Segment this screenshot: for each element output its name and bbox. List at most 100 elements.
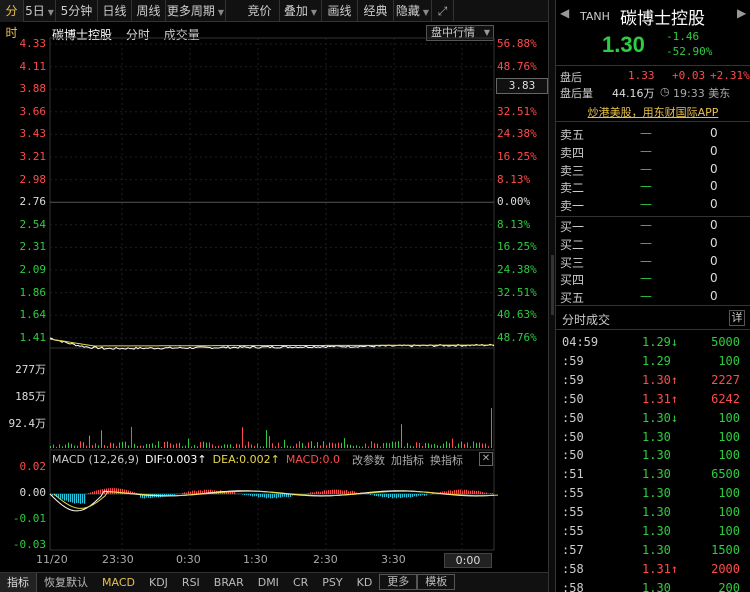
switch-indicator-button[interactable]: 换指标 <box>430 452 463 468</box>
expand-icon[interactable]: ⤢ <box>432 0 454 22</box>
volume-bar <box>221 445 222 448</box>
chart-canvas[interactable] <box>0 22 548 570</box>
tick-row[interactable]: :50 1.31↑ 6242 <box>556 390 750 409</box>
tab-label: 5分钟 <box>60 4 93 18</box>
tick-time: :58 <box>562 561 584 576</box>
tab-period-0[interactable]: 分时 <box>0 0 24 40</box>
volume-bar <box>359 446 360 448</box>
macd-histogram-bar <box>92 491 94 494</box>
tab-period-7[interactable]: 叠加 ▼ <box>280 0 322 22</box>
macd-histogram-bar <box>280 494 282 498</box>
indicator-tab-kdj[interactable]: KDJ <box>142 573 175 592</box>
macd-histogram-bar <box>426 494 428 496</box>
tick-row[interactable]: :57 1.30 1500 <box>556 541 750 560</box>
indicator-tab-模板[interactable]: 模板 <box>417 574 456 590</box>
next-stock-icon[interactable]: ▶ <box>737 6 746 20</box>
level-volume: 0 <box>710 271 718 286</box>
macd-histogram-bar <box>410 494 412 498</box>
tab-period-8[interactable]: 画线 <box>322 0 358 22</box>
indicator-tab-dmi[interactable]: DMI <box>251 573 286 592</box>
tick-row[interactable]: :55 1.30 100 <box>556 522 750 541</box>
tab-period-1[interactable]: 5日 ▼ <box>24 0 56 22</box>
tick-volume: 100 <box>718 410 740 425</box>
tick-price-value: 1.30 <box>642 524 671 538</box>
indicator-tab-psy[interactable]: PSY <box>315 573 349 592</box>
tab-period-6[interactable]: 竞价 <box>240 0 280 22</box>
splitter-grip[interactable] <box>551 255 554 315</box>
tick-price-value: 1.31 <box>642 391 671 406</box>
macd-histogram-bar <box>244 494 246 496</box>
volume-bar <box>224 444 225 448</box>
volume-pane-frame <box>49 347 495 451</box>
ticks-detail-button[interactable]: 详 <box>729 310 745 326</box>
close-icon[interactable]: ✕ <box>479 452 493 466</box>
indicator-tab-指标[interactable]: 指标 <box>0 573 37 592</box>
current-price-marker: 3.83 <box>496 78 548 94</box>
tick-row[interactable]: :50 1.30 100 <box>556 428 750 447</box>
tick-row[interactable]: :50 1.30↓ 100 <box>556 409 750 428</box>
edit-params-button[interactable]: 改参数 <box>352 452 385 468</box>
volume-bar <box>410 445 411 448</box>
price-tick-label: 1.41 <box>19 330 47 344</box>
tab-period-2[interactable]: 5分钟 <box>56 0 98 22</box>
macd-histogram-bar <box>272 494 274 499</box>
tab-period-5[interactable]: 更多周期 ▼ <box>166 0 226 22</box>
volume-bar <box>206 442 207 448</box>
indicator-tab-rsi[interactable]: RSI <box>175 573 207 592</box>
macd-histogram-bar <box>66 494 68 501</box>
indicator-tab-brar[interactable]: BRAR <box>207 573 251 592</box>
macd-histogram-bar <box>332 489 334 494</box>
tick-price-value: 1.30 <box>642 580 671 592</box>
volume-bar <box>284 439 285 448</box>
macd-title[interactable]: MACD (12,26,9) <box>52 453 139 466</box>
avg-price-line <box>49 338 495 347</box>
tick-row[interactable]: :58 1.30 200 <box>556 579 750 592</box>
volume-bar <box>332 442 333 448</box>
volume-bar <box>182 446 183 448</box>
tick-row[interactable]: :59 1.29 100 <box>556 352 750 371</box>
tab-period-9[interactable]: 经典 <box>358 0 394 22</box>
macd-histogram-bar <box>380 494 382 497</box>
indicator-tab-macd[interactable]: MACD <box>95 573 142 592</box>
tick-row[interactable]: :51 1.30 6500 <box>556 465 750 484</box>
promo-banner-link[interactable]: 炒港美股，用东财国际APP <box>556 104 750 122</box>
tab-period-10[interactable]: 隐藏 ▼ <box>394 0 432 22</box>
macd-histogram-bar <box>260 494 262 498</box>
level-price: — <box>640 143 652 158</box>
add-indicator-button[interactable]: 加指标 <box>391 452 424 468</box>
tick-row[interactable]: :50 1.30 100 <box>556 446 750 465</box>
volume-bar <box>464 443 465 448</box>
volume-bar <box>92 445 93 448</box>
macd-histogram-bar <box>384 494 386 498</box>
volume-bar <box>122 441 123 448</box>
macd-tick-label: -0.01 <box>12 512 46 525</box>
volume-bar <box>479 442 480 448</box>
indicator-tab-恢复默认[interactable]: 恢复默认 <box>37 573 95 592</box>
level-price: — <box>640 235 652 250</box>
indicator-tab-更多[interactable]: 更多 <box>379 574 418 590</box>
volume-bar <box>293 446 294 448</box>
tick-row[interactable]: :55 1.30 100 <box>556 484 750 503</box>
volume-bar <box>383 443 384 448</box>
macd-histogram-bar <box>402 494 404 498</box>
macd-histogram-bar <box>52 494 54 496</box>
level-volume: 0 <box>710 161 718 176</box>
tick-row[interactable]: 04:59 1.29↓ 5000 <box>556 333 750 352</box>
macd-histogram-bar <box>392 494 394 499</box>
tab-label: 日线 <box>102 4 127 18</box>
prev-stock-icon[interactable]: ◀ <box>560 6 569 20</box>
price-tick-label: 3.21 <box>19 150 47 163</box>
panel-splitter[interactable] <box>548 0 556 592</box>
time-input[interactable]: 0:00 <box>444 553 492 568</box>
tab-period-3[interactable]: 日线 <box>98 0 132 22</box>
indicator-tab-cr[interactable]: CR <box>286 573 315 592</box>
tab-period-4[interactable]: 周线 <box>132 0 166 22</box>
macd-histogram-bar <box>448 490 450 494</box>
tick-price: 1.30 <box>642 467 671 481</box>
tick-row[interactable]: :58 1.31↑ 2000 <box>556 560 750 579</box>
pct-tick-label: 8.13% <box>497 217 531 231</box>
tick-row[interactable]: :55 1.30 100 <box>556 503 750 522</box>
macd-histogram-bar <box>330 490 332 494</box>
tick-row[interactable]: :59 1.30↑ 2227 <box>556 371 750 390</box>
indicator-tab-kd[interactable]: KD <box>350 573 380 592</box>
